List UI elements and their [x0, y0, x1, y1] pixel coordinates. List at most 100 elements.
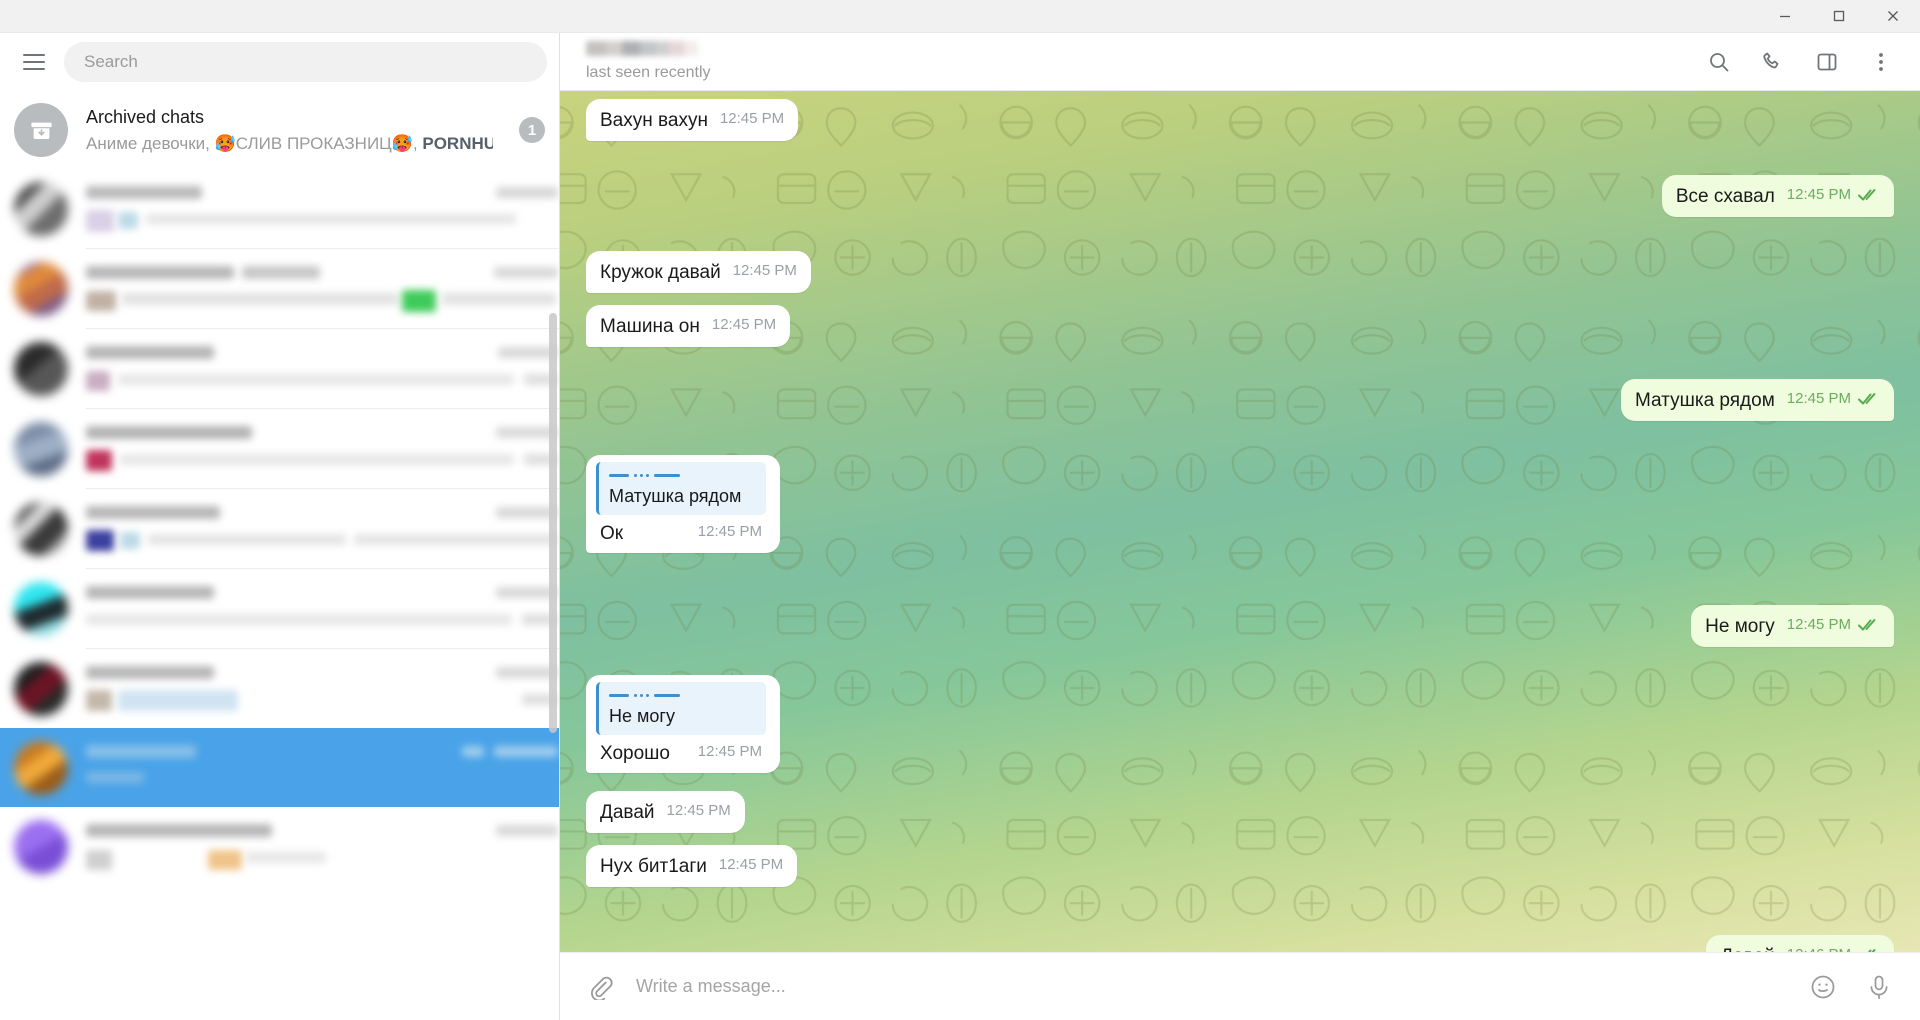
message-bubble-incoming[interactable]: Машина он 12:45 PM	[586, 305, 791, 347]
message-area[interactable]: Вахун вахун 12:45 PM Все схавал 12:45 PM	[560, 91, 1920, 952]
chat-list-item-selected[interactable]	[0, 728, 559, 807]
chat-list-item[interactable]	[0, 489, 559, 568]
archive-icon	[14, 103, 68, 157]
avatar	[14, 740, 68, 795]
message-row: Кружок давай 12:45 PM	[586, 251, 1894, 293]
message-row: Не могу Хорошо 12:45 PM	[586, 675, 1894, 773]
message-list: Вахун вахун 12:45 PM Все схавал 12:45 PM	[560, 91, 1920, 952]
chat-peer-info[interactable]: last seen recently	[586, 40, 1706, 83]
message-row: Матушка рядом Ок 12:45 PM	[586, 455, 1894, 553]
double-check-icon	[1858, 392, 1880, 406]
chat-item-preview	[86, 422, 558, 476]
message-time: 12:45 PM	[697, 523, 762, 540]
message-bubble-outgoing[interactable]: Давай 12:46 PM	[1706, 935, 1894, 952]
sidebar-toolbar: Search	[0, 33, 559, 91]
message-input-placeholder: Write a message...	[636, 976, 786, 996]
chat-header-actions	[1706, 49, 1894, 75]
reply-text: Не могу	[609, 706, 675, 726]
archived-chats-row[interactable]: Archived chats Аниме девочки, 🥵СЛИВ ПРОК…	[0, 91, 559, 169]
avatar	[14, 341, 68, 396]
more-options-icon[interactable]	[1868, 49, 1894, 75]
chat-list-item[interactable]	[0, 249, 559, 328]
preview-part-2: СЛИВ ПРОКАЗНИЦ	[235, 133, 392, 153]
menu-icon[interactable]	[14, 42, 54, 82]
message-bubble-outgoing[interactable]: Все схавал 12:45 PM	[1661, 175, 1894, 217]
message-meta: 12:45 PM	[720, 106, 784, 134]
emoji-hot-face-1: 🥵	[214, 133, 236, 153]
message-time: 12:46 PM	[1787, 942, 1851, 952]
search-input[interactable]: Search	[64, 42, 547, 82]
phone-call-icon[interactable]	[1760, 49, 1786, 75]
message-bubble-outgoing[interactable]: Матушка рядом 12:45 PM	[1620, 379, 1894, 421]
chat-list-item[interactable]	[0, 807, 559, 886]
message-time: 12:45 PM	[1786, 390, 1851, 407]
archived-chats-preview: Аниме девочки, 🥵СЛИВ ПРОКАЗНИЦ🥵, PORNHUB…	[86, 132, 493, 156]
double-check-icon	[1858, 948, 1880, 952]
message-bubble-incoming[interactable]: Давай 12:45 PM	[586, 791, 745, 833]
message-input[interactable]: Write a message...	[636, 976, 1786, 997]
message-text: Кружок давай	[600, 262, 721, 283]
double-check-icon	[1858, 188, 1880, 202]
sidebar-scrollbar[interactable]	[549, 313, 557, 733]
message-text: Нух бит1аги	[600, 856, 707, 877]
chat-list-sidebar: Search Archived chats Аниме девочки, 🥵СЛ…	[0, 33, 560, 1020]
message-time: 12:45 PM	[719, 110, 785, 127]
message-bubble-incoming[interactable]: Вахун вахун 12:45 PM	[586, 99, 799, 141]
message-time: 12:45 PM	[697, 743, 762, 760]
chat-list-item[interactable]	[0, 569, 559, 648]
emoji-hot-face-2: 🥵	[391, 133, 413, 153]
telegram-window: Search Archived chats Аниме девочки, 🥵СЛ…	[0, 0, 1920, 1020]
message-text: Не могу	[1705, 616, 1775, 637]
chat-list-item[interactable]	[0, 409, 559, 488]
message-meta: 12:45 PM	[733, 258, 797, 286]
message-row: Все схавал 12:45 PM	[586, 175, 1894, 217]
message-meta: 12:45 PM	[698, 739, 762, 767]
message-row: Матушка рядом 12:45 PM	[586, 379, 1894, 421]
message-time: 12:45 PM	[718, 856, 784, 873]
reply-quote[interactable]: Не могу	[596, 682, 766, 735]
message-time: 12:45 PM	[666, 802, 731, 819]
chat-item-preview	[86, 582, 558, 636]
message-text: Давай	[1720, 944, 1775, 952]
avatar	[14, 181, 68, 236]
close-icon[interactable]	[1866, 0, 1920, 33]
chat-list-item[interactable]	[0, 649, 559, 728]
archived-chats-text: Archived chats Аниме девочки, 🥵СЛИВ ПРОК…	[86, 105, 493, 156]
chat-list-item[interactable]	[0, 169, 559, 248]
info-panel-icon[interactable]	[1814, 49, 1840, 75]
preview-part-3: ,	[412, 133, 423, 153]
avatar	[14, 819, 68, 874]
message-text: Машина он	[600, 316, 700, 337]
message-row: Машина он 12:45 PM	[586, 305, 1894, 347]
message-text: Давай	[600, 802, 655, 823]
double-check-icon	[1858, 618, 1880, 632]
message-row: Давай 12:46 PM	[586, 935, 1894, 952]
message-time: 12:45 PM	[1786, 186, 1851, 203]
message-bubble-incoming[interactable]: Кружок давай 12:45 PM	[586, 251, 811, 293]
message-composer: Write a message...	[560, 952, 1920, 1020]
chat-peer-name-redacted	[586, 40, 698, 56]
maximize-icon[interactable]	[1812, 0, 1866, 33]
emoji-icon[interactable]	[1808, 972, 1838, 1002]
reply-author-redacted	[609, 690, 683, 701]
paperclip-icon[interactable]	[584, 972, 614, 1002]
message-bubble-incoming-reply[interactable]: Не могу Хорошо 12:45 PM	[586, 675, 780, 773]
avatar	[14, 261, 68, 316]
message-bubble-outgoing[interactable]: Не могу 12:45 PM	[1691, 605, 1894, 647]
microphone-icon[interactable]	[1864, 972, 1894, 1002]
reply-text: Матушка рядом	[609, 486, 742, 506]
chat-list-item[interactable]	[0, 329, 559, 408]
chat-item-preview	[86, 741, 558, 795]
message-text: Матушка рядом	[1634, 390, 1775, 411]
message-time: 12:45 PM	[732, 262, 797, 279]
chat-item-preview	[86, 182, 558, 236]
search-icon[interactable]	[1706, 49, 1732, 75]
chat-list[interactable]: Archived chats Аниме девочки, 🥵СЛИВ ПРОК…	[0, 91, 559, 1020]
chat-header: last seen recently	[560, 33, 1920, 91]
message-bubble-incoming-reply[interactable]: Матушка рядом Ок 12:45 PM	[586, 455, 780, 553]
avatar	[14, 421, 68, 476]
reply-quote[interactable]: Матушка рядом	[596, 462, 766, 515]
minimize-icon[interactable]	[1758, 0, 1812, 33]
message-bubble-incoming[interactable]: Нух бит1аги 12:45 PM	[586, 845, 798, 887]
message-time: 12:45 PM	[1786, 616, 1851, 633]
